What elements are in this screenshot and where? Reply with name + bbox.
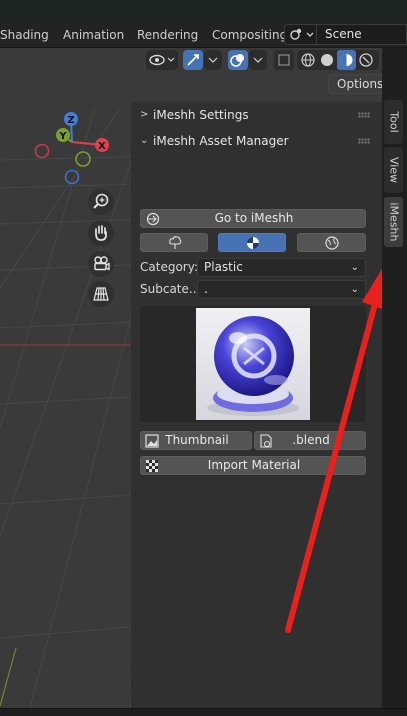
gizmo-toggle[interactable] [183, 50, 203, 70]
material-preview-shading-icon[interactable] [340, 54, 353, 66]
overlays-icon [230, 54, 244, 67]
drag-grip-icon[interactable] [358, 112, 370, 118]
chevron-down-icon: ⌄ [140, 135, 149, 146]
world-icon [325, 236, 339, 250]
tab-tool-label: Tool [387, 111, 400, 133]
gizmo-icon [187, 54, 199, 66]
tab-animation[interactable]: Animation [63, 22, 124, 48]
eye-icon [149, 54, 175, 66]
asset-type-materials-button[interactable] [218, 233, 286, 252]
y-axis-label: Y [58, 131, 67, 142]
pan-button[interactable] [88, 220, 114, 246]
tab-view[interactable]: View [384, 147, 403, 193]
thumbnail-label: Thumbnail [165, 433, 229, 447]
viewport-header [0, 48, 407, 72]
tree-model-icon [169, 236, 182, 249]
drag-grip-icon[interactable] [358, 138, 370, 144]
scene-selector[interactable]: Scene [284, 24, 407, 45]
solid-shading-icon[interactable] [321, 54, 333, 66]
overlays-dropdown[interactable] [249, 50, 267, 70]
tab-imeshh[interactable]: iMeshh [384, 197, 403, 247]
neg-x-axis-handle[interactable] [34, 143, 50, 159]
neg-z-axis-handle[interactable] [64, 169, 80, 185]
go-to-imeshh-button[interactable]: Go to iMeshh [140, 209, 366, 228]
annotation-arrow [285, 262, 397, 633]
xray-icon [278, 54, 290, 66]
camera-view-button[interactable] [88, 251, 114, 277]
neg-y-axis-handle[interactable] [75, 151, 91, 167]
scene-browse-button[interactable] [285, 25, 317, 44]
zoom-icon [93, 193, 109, 209]
asset-type-hdri-button[interactable] [297, 233, 366, 252]
tab-shading[interactable]: Shading [0, 22, 49, 48]
scene-icon [290, 28, 314, 40]
tab-imeshh-label: iMeshh [387, 202, 400, 242]
category-value: Plastic [204, 260, 243, 274]
visibility-dropdown[interactable] [146, 50, 178, 70]
chevron-down-icon [208, 57, 218, 63]
zoom-button[interactable] [88, 189, 114, 215]
subcategory-value: . [204, 282, 208, 296]
tab-tool[interactable]: Tool [384, 100, 403, 144]
imeshh-asset-manager-header[interactable]: ⌄ iMeshh Asset Manager [131, 128, 382, 154]
go-to-imeshh-label: Go to iMeshh [214, 211, 294, 225]
material-sphere-icon [247, 237, 259, 249]
perspective-toggle-button[interactable] [88, 281, 114, 307]
asset-type-models-button[interactable] [140, 233, 208, 252]
options-label: Options [337, 77, 384, 91]
thumbnail-button[interactable]: Thumbnail [140, 431, 252, 450]
chevron-right-icon: > [140, 109, 149, 120]
axis-navigation-gizmo[interactable]: Z Y X [28, 106, 118, 188]
gizmo-dropdown[interactable] [204, 50, 222, 70]
3d-viewport[interactable]: Options ⌄ Z Y X [0, 48, 407, 708]
subcategory-label: Subcate... [140, 282, 201, 296]
grid-perspective-icon [93, 287, 109, 301]
workspace-tabs-bar: Shading Animation Rendering Compositing … [0, 22, 407, 48]
hand-icon [95, 225, 107, 241]
overlays-toggle[interactable] [228, 50, 248, 70]
chevron-down-icon [253, 57, 263, 63]
xray-toggle[interactable] [274, 50, 294, 70]
bottom-status-bar [0, 708, 407, 716]
z-axis-label: Z [67, 115, 74, 126]
tab-view-label: View [387, 156, 400, 184]
top-bar [0, 0, 407, 22]
category-label: Category: [140, 260, 198, 274]
imeshh-asset-manager-title: iMeshh Asset Manager [153, 134, 289, 148]
wireframe-shading-icon[interactable] [301, 53, 315, 67]
imeshh-settings-header[interactable]: > iMeshh Settings [131, 102, 382, 128]
scene-name: Scene [325, 27, 362, 41]
x-axis-label: X [98, 141, 106, 152]
imeshh-settings-title: iMeshh Settings [153, 108, 249, 122]
rendered-shading-icon[interactable] [359, 53, 373, 67]
sidebar-tabs: Tool View iMeshh [382, 48, 407, 708]
shading-modes [297, 50, 379, 70]
tab-compositing[interactable]: Compositing [212, 22, 287, 48]
tab-rendering[interactable]: Rendering [137, 22, 198, 48]
camera-icon [94, 256, 110, 271]
